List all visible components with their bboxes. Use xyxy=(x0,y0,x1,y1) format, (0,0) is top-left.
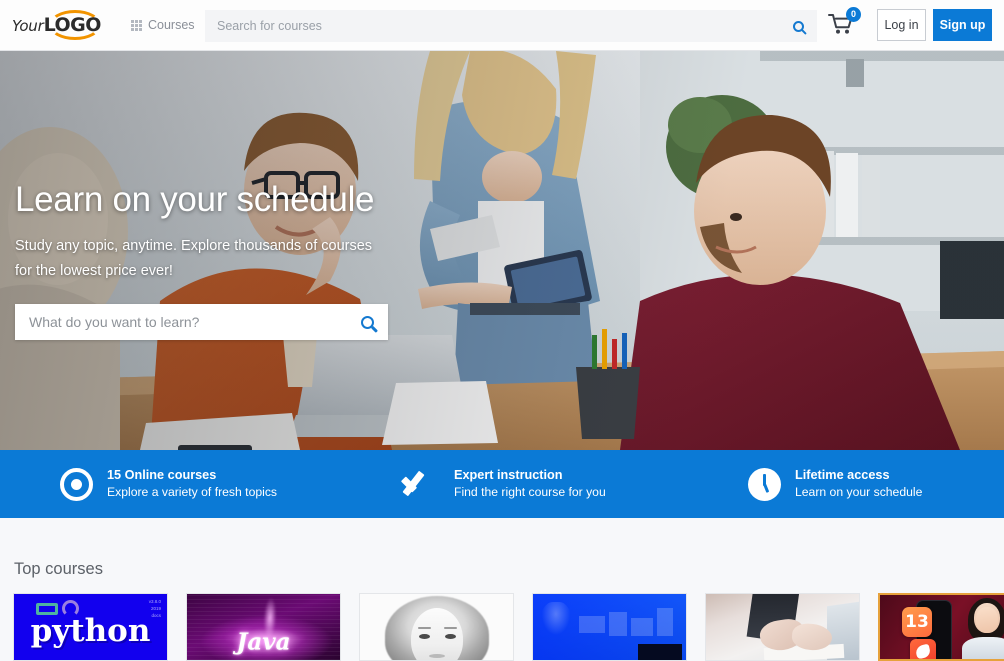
search-icon xyxy=(360,315,374,329)
blue-office-laptop xyxy=(638,644,682,660)
course-thumbnail-label: 13 xyxy=(902,607,932,637)
course-thumbnail xyxy=(706,594,859,660)
blue-office-panel xyxy=(657,608,673,636)
feature-title: Expert instruction xyxy=(454,467,563,482)
course-thumbnail-label: python xyxy=(30,612,151,649)
hero-content: Learn on your schedule Study any topic, … xyxy=(15,180,475,341)
course-thumbnail: v3.8.0 2019 docs python xyxy=(14,594,167,660)
hero-section: Learn on your schedule Study any topic, … xyxy=(0,51,1004,450)
python-course-card[interactable]: v3.8.0 2019 docs python xyxy=(13,593,168,661)
logo-text: YourLOGO xyxy=(12,13,101,36)
feature-subtitle: Find the right course for you xyxy=(454,485,606,500)
feature-title: 15 Online courses xyxy=(107,467,217,482)
feature-lifetime-access: Lifetime access Learn on your schedule xyxy=(748,466,922,502)
hero-subtitle-line2: for the lowest price ever! xyxy=(15,262,173,279)
portrait-mouth xyxy=(429,654,445,658)
swift-logo-icon xyxy=(910,639,936,659)
course-thumbnail-label: Java xyxy=(236,628,291,656)
ios-instructor-body xyxy=(962,637,1004,659)
login-button-label: Log in xyxy=(884,18,919,32)
feature-subtitle: Explore a variety of fresh topics xyxy=(107,485,278,500)
login-button[interactable]: Log in xyxy=(877,9,926,41)
ios13-course-card[interactable]: 13 xyxy=(878,593,1004,661)
portrait-brow-left xyxy=(418,627,431,629)
cart-count-badge: 0 xyxy=(846,7,861,22)
grid-icon xyxy=(131,19,142,31)
feature-subtitle: Learn on your schedule xyxy=(795,485,923,500)
java-course-card[interactable]: Java xyxy=(186,593,341,661)
site-header: YourLOGO Courses 0 Log in Sign up xyxy=(0,0,1004,51)
check-icon xyxy=(400,469,440,499)
portrait-brow-right xyxy=(444,627,457,629)
hero-search-input[interactable] xyxy=(15,314,346,331)
ios-phone-notch xyxy=(926,601,942,605)
blue-office-panel xyxy=(631,618,653,636)
header-search-button[interactable] xyxy=(779,10,817,42)
hero-subtitle: Study any topic, anytime. Explore thousa… xyxy=(15,234,415,285)
target-icon xyxy=(60,467,93,501)
hero-search-bar xyxy=(15,304,388,341)
hero-search-button[interactable] xyxy=(346,304,388,340)
hero-subtitle-line1: Study any topic, anytime. Explore thousa… xyxy=(15,237,373,254)
course-thumbnail: Java xyxy=(187,594,340,660)
blue-office-person xyxy=(539,602,573,660)
portrait-eye-right xyxy=(445,634,456,639)
cart-button[interactable]: 0 xyxy=(828,7,861,42)
top-courses-section: Top courses v3.8.02019docs python Java xyxy=(0,518,1004,661)
feature-bar: 15 Online courses Explore a variety of f… xyxy=(0,450,1004,518)
blue-office-panel xyxy=(579,616,605,633)
portrait-eye-left xyxy=(419,634,430,639)
course-card-row: v3.8.0 2019 docs python Java 13 xyxy=(13,593,1004,661)
feature-online-courses: 15 Online courses Explore a variety of f… xyxy=(60,466,277,502)
nav-item-courses-label: Courses xyxy=(148,18,195,32)
course-thumbnail xyxy=(360,594,513,660)
portrait-course-card[interactable] xyxy=(359,593,514,661)
course-thumbnail xyxy=(533,594,686,660)
top-courses-heading: Top courses xyxy=(14,560,103,578)
hero-title: Learn on your schedule xyxy=(15,180,375,219)
nav-item-courses[interactable]: Courses xyxy=(131,18,195,32)
typing-hands-course-card[interactable] xyxy=(705,593,860,661)
site-logo[interactable]: YourLOGO xyxy=(12,8,104,42)
blue-office-course-card[interactable] xyxy=(532,593,687,661)
signup-button-label: Sign up xyxy=(939,18,986,32)
ios-instructor-face xyxy=(976,607,998,633)
header-search-bar xyxy=(205,10,817,42)
header-search-input[interactable] xyxy=(205,19,779,33)
search-icon xyxy=(792,20,804,32)
feature-title: Lifetime access xyxy=(795,467,890,482)
course-thumbnail: 13 xyxy=(880,595,1004,659)
signup-button[interactable]: Sign up xyxy=(933,9,992,41)
blue-office-panel xyxy=(609,612,627,636)
feature-expert-instruction: Expert instruction Find the right course… xyxy=(400,466,606,502)
clock-icon xyxy=(748,467,781,501)
